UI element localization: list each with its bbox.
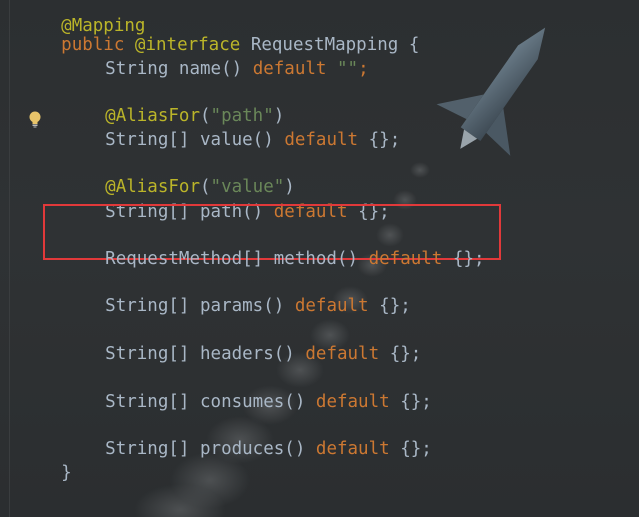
code-line-headers[interactable]: String[] headers() default {}; — [63, 318, 421, 364]
code-line-consumes[interactable]: String[] consumes() default {}; — [63, 366, 432, 412]
code-editor[interactable]: @Mapping public @interface RequestMappin… — [0, 0, 639, 517]
lightbulb-icon[interactable] — [27, 110, 43, 128]
code-line-path[interactable]: String[] path() default {}; — [63, 176, 390, 222]
code-line-name[interactable]: String name() default ""; — [63, 33, 368, 79]
gutter-divider — [9, 0, 10, 517]
code-line-method[interactable]: RequestMethod[] method() default {}; — [63, 223, 484, 269]
code-line-interface-declaration[interactable]: public @interface RequestMapping { — [19, 9, 419, 55]
rocket-shape — [436, 27, 546, 156]
code-line-aliasfor-path[interactable]: @AliasFor("path") — [63, 80, 284, 126]
code-line-value[interactable]: String[] value() default {}; — [63, 104, 400, 150]
code-line-produces[interactable]: String[] produces() default {}; — [63, 413, 432, 459]
code-line-aliasfor-value[interactable]: @AliasFor("value") — [63, 151, 295, 197]
code-line-params[interactable]: String[] params() default {}; — [63, 270, 411, 316]
code-line-closing-brace[interactable]: } — [19, 437, 72, 483]
